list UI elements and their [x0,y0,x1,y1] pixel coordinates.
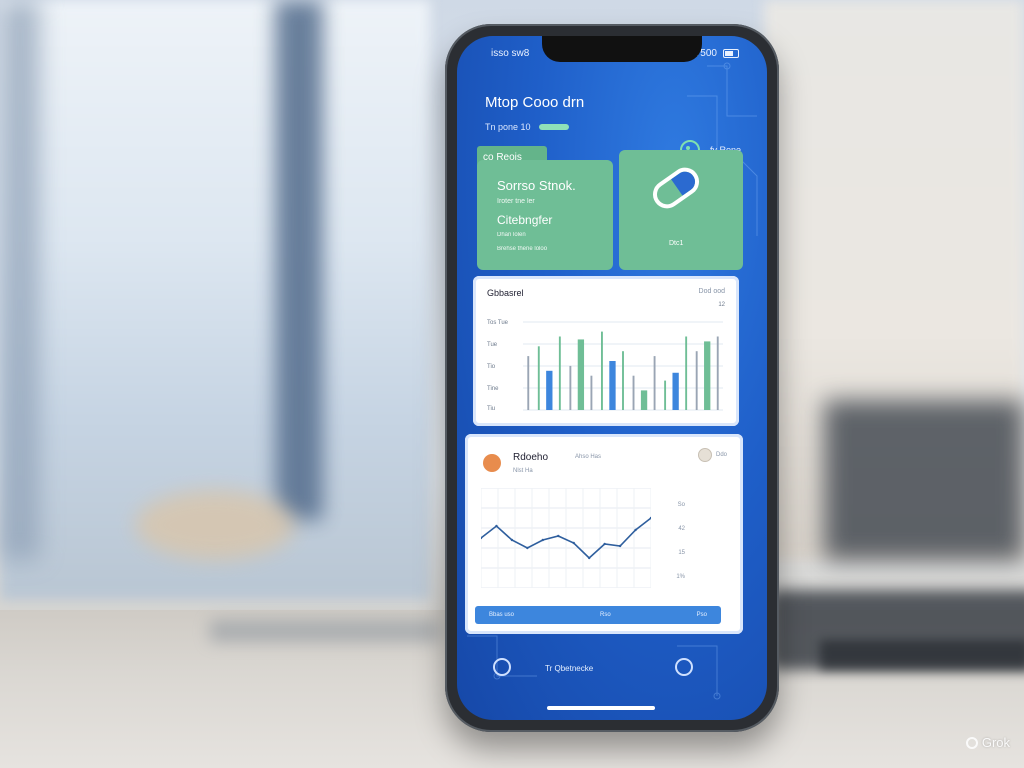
window-frame [275,0,323,520]
network-icon[interactable] [493,658,511,676]
bowl-blur [135,490,295,560]
line-right-label-2: 42 [678,526,685,532]
line-gridlines [481,488,651,588]
line-point [587,556,591,560]
bar-mark [601,331,603,410]
avatar [483,454,501,472]
bar-mark [577,339,585,410]
line-point [634,528,637,532]
tray-blur [210,620,440,642]
keyboard-blur [820,640,1024,670]
status-left-text: isso sw8 [491,48,530,59]
footer-left: Bbas uso [489,612,515,618]
bar-mark [695,351,698,410]
bar-mark [685,336,688,410]
stats-card-subtitle: Citebngfer [497,213,553,227]
bar-mark [569,365,572,410]
bar-mark [527,356,530,410]
bar-chart-panel[interactable]: Gbbasrel Dod ood Tos Tue Tue Tio Tine Ti… [473,276,739,426]
line-point [603,542,606,546]
line-right-label-4: 1% [676,574,685,580]
line-right-label-3: 15 [678,550,685,556]
line-point [510,538,514,542]
stats-card-line3: Brehse thene loloo [497,246,548,252]
status-pill [538,124,569,130]
bar-mark [622,351,624,410]
smartphone: isso sw8 A 500 Mtop Cooo drn Tn pone 10 … [445,24,779,732]
line-right-label-1: So [677,502,685,508]
bar-mark [653,356,656,410]
stats-card[interactable]: Sorrso Stnok. Iroter tne ler Citebngfer … [477,160,613,270]
bar-y-label-4: Tine [487,386,499,392]
bar-panel-header-right: Dod ood [698,288,725,295]
bar-y-label-3: Tio [487,364,496,370]
bar-mark [704,341,711,410]
bar-mark [558,336,561,410]
bar-y-label-1: Tos Tue [487,320,509,326]
stats-card-line1: Iroter tne ler [497,198,535,205]
pill-card[interactable]: Dtc1 [619,150,743,270]
watermark-text: Grok [981,735,1010,750]
bar-mark [640,390,648,410]
shelf-blur [824,400,1024,560]
line-point [495,524,498,528]
stats-card-title: Sorrso Stnok. [497,178,576,193]
corner-label: Ddo [715,452,727,458]
bar-mark [632,375,635,410]
bar-mark [672,372,679,410]
watermark: Grok [965,735,1010,750]
phone-screen: isso sw8 A 500 Mtop Cooo drn Tn pone 10 … [457,36,767,720]
bar-y-label-5: Tiu [487,406,496,412]
bar-chart [523,321,723,411]
bottom-bar: Tr Qbetnecke [457,656,767,696]
battery-icon [723,49,739,58]
line-panel-corner: Ddo [697,448,727,462]
line-panel-header-mid: Ahso Has [575,454,602,460]
line-panel-subtitle: Nlst Ha [513,468,533,474]
footer-right: Pso [696,612,707,618]
grok-logo-icon [965,736,978,749]
window-frame-left [0,0,40,560]
bar-mark [537,346,540,410]
bar-mark [609,361,616,410]
page-title: Mtop Cooo drn [485,94,585,111]
line-point [526,546,529,550]
notch [542,36,702,62]
bar-mark [590,375,593,410]
bar-panel-title: Gbbasrel [487,288,524,298]
line-chart-panel[interactable]: Rdoeho Nlst Ha Ahso Has Ddo So 42 15 1% … [465,434,743,634]
profile-icon[interactable] [697,448,712,462]
bottom-label[interactable]: Tr Qbetnecke [545,664,593,673]
pill-card-label: Dtc1 [669,240,684,247]
line-point [572,541,575,545]
line-point [618,544,622,548]
line-point [557,534,560,538]
pill-icon [647,162,705,214]
home-indicator[interactable] [547,706,655,710]
bar-mark [664,380,667,410]
page-subtitle: Tn pone 10 [485,122,569,132]
bar-mark [716,336,719,410]
bar-y-label-2: Tue [487,342,498,348]
footer-mid: Rso [600,612,611,618]
line-point [541,538,545,542]
line-panel-footer[interactable]: Bbas uso Rso Pso [475,606,721,624]
gauge-icon[interactable] [675,658,693,676]
line-chart [481,488,651,588]
stats-card-line2: Dhan lolen [497,232,526,238]
bar-mark [546,370,553,410]
subtitle-text: Tn pone 10 [485,122,531,132]
line-panel-title: Rdoeho [513,452,549,463]
